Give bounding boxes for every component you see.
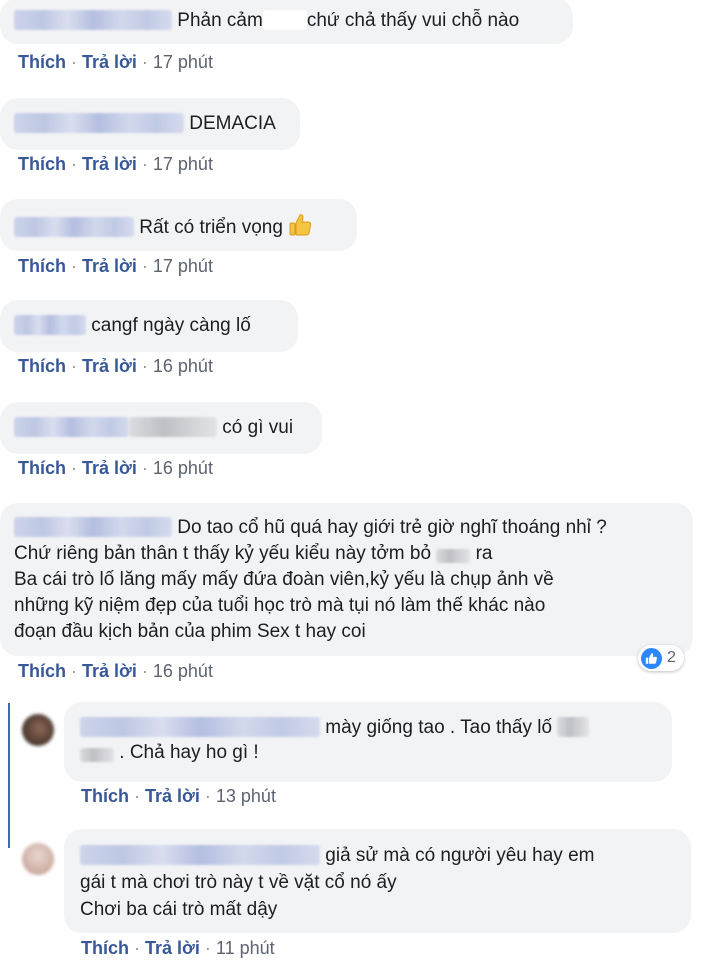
- comment-text: những kỹ niệm đẹp của tuổi học trò mà tụ…: [14, 595, 546, 616]
- reply-bubble: giả sử mà có người yêu hay em gái t mà c…: [64, 829, 691, 933]
- comment-actions: Thích · Trả lời · 16 phút: [18, 660, 213, 682]
- like-icon: [641, 647, 662, 669]
- separator: ·: [141, 256, 148, 276]
- comment-text: cangf ngày càng lố: [91, 315, 251, 336]
- comment-text: đoạn đầu kịch bản của phim Sex t hay coi: [14, 621, 366, 642]
- thumbs-up-emoji: [289, 214, 311, 236]
- comment-time[interactable]: 17 phút: [153, 52, 213, 72]
- comment-actions: Thích · Trả lời · 16 phút: [18, 355, 213, 377]
- separator: ·: [71, 356, 78, 376]
- blurred-word: [436, 549, 471, 563]
- comment-text: Chứ riêng bản thân t thấy kỷ yếu kiểu nà…: [14, 543, 432, 564]
- comment-time[interactable]: 16 phút: [153, 661, 213, 681]
- like-button[interactable]: Thích: [18, 154, 66, 174]
- blurred-word: [80, 748, 114, 762]
- reply-button[interactable]: Trả lời: [82, 661, 137, 681]
- like-button[interactable]: Thích: [18, 458, 66, 478]
- separator: ·: [71, 154, 78, 174]
- reaction-count[interactable]: 2: [638, 645, 684, 671]
- comment-text: Phản cảm: [177, 10, 263, 31]
- blurred-name: [14, 315, 86, 335]
- reply-actions: Thích · Trả lời · 11 phút: [81, 937, 275, 959]
- blurred-name: [14, 417, 129, 437]
- like-button[interactable]: Thích: [18, 52, 66, 72]
- reply-text: Chơi ba cái trò mất dậy: [80, 899, 278, 920]
- reply-text: mày giống tao . Tao thấy lố: [325, 717, 553, 738]
- comment-bubble: cangf ngày càng lố: [0, 300, 298, 352]
- blurred-word: [262, 10, 307, 30]
- comment-bubble: DEMACIA: [0, 98, 300, 150]
- comment-text: Do tao cổ hũ quá hay giới trẻ giờ nghĩ t…: [177, 517, 607, 538]
- comment-text: chứ chả thấy vui chỗ nào: [306, 10, 520, 31]
- separator: ·: [71, 256, 78, 276]
- reply-button[interactable]: Trả lời: [82, 256, 137, 276]
- reply-button[interactable]: Trả lời: [82, 52, 137, 72]
- comment-actions: Thích · Trả lời · 16 phút: [18, 457, 213, 479]
- reply-time[interactable]: 11 phút: [216, 938, 275, 958]
- reply-button[interactable]: Trả lời: [145, 938, 200, 958]
- separator: ·: [141, 356, 148, 376]
- reply-actions: Thích · Trả lời · 13 phút: [81, 785, 276, 807]
- comment-time[interactable]: 16 phút: [153, 458, 213, 478]
- avatar[interactable]: [22, 843, 54, 875]
- like-button[interactable]: Thích: [81, 938, 129, 958]
- comment-actions: Thích · Trả lời · 17 phút: [18, 51, 213, 73]
- comment-bubble: có gì vui: [0, 402, 322, 454]
- blurred-name: [14, 10, 172, 30]
- reply-button[interactable]: Trả lời: [82, 154, 137, 174]
- comment-bubble: Phản cảm chứ chả thấy vui chỗ nào: [0, 0, 573, 44]
- comment-text: có gì vui: [222, 417, 294, 438]
- comment-text: Ba cái trò lố lăng mấy mấy đứa đoàn viên…: [14, 569, 554, 590]
- like-button[interactable]: Thích: [18, 256, 66, 276]
- blurred-name: [14, 517, 172, 537]
- separator: ·: [141, 52, 148, 72]
- separator: ·: [141, 661, 148, 681]
- separator: ·: [71, 52, 78, 72]
- separator: ·: [134, 786, 141, 806]
- like-button[interactable]: Thích: [81, 786, 129, 806]
- separator: ·: [204, 786, 211, 806]
- separator: ·: [134, 938, 141, 958]
- like-button[interactable]: Thích: [18, 661, 66, 681]
- reply-text: . Chả hay ho gì !: [119, 742, 259, 763]
- comment-actions: Thích · Trả lời · 17 phút: [18, 153, 213, 175]
- comment-bubble: Do tao cổ hũ quá hay giới trẻ giờ nghĩ t…: [0, 503, 693, 656]
- separator: ·: [141, 458, 148, 478]
- reply-thread-line: [8, 703, 10, 848]
- comment-bubble: Rất có triển vọng: [0, 199, 357, 251]
- reply-text: giả sử mà có người yêu hay em: [325, 845, 595, 866]
- separator: ·: [71, 458, 78, 478]
- comment-time[interactable]: 16 phút: [153, 356, 213, 376]
- like-button[interactable]: Thích: [18, 356, 66, 376]
- blurred-name: [80, 717, 320, 737]
- reaction-number: 2: [667, 649, 676, 666]
- reply-text: gái t mà chơi trò này t về vặt cổ nó ấy: [80, 872, 397, 893]
- comment-time[interactable]: 17 phút: [153, 154, 213, 174]
- comment-text: ra: [475, 543, 493, 564]
- comment-actions: Thích · Trả lời · 17 phút: [18, 255, 213, 277]
- reply-button[interactable]: Trả lời: [82, 458, 137, 478]
- blurred-name: [80, 845, 320, 865]
- separator: ·: [141, 154, 148, 174]
- blurred-name: [129, 417, 217, 437]
- reply-button[interactable]: Trả lời: [82, 356, 137, 376]
- avatar[interactable]: [22, 714, 54, 746]
- comment-time[interactable]: 17 phút: [153, 256, 213, 276]
- reply-time[interactable]: 13 phút: [216, 786, 276, 806]
- comment-text: Rất có triển vọng: [139, 217, 283, 238]
- separator: ·: [204, 938, 211, 958]
- reply-bubble: mày giống tao . Tao thấy lố . Chả hay ho…: [64, 702, 672, 782]
- blurred-name: [14, 113, 184, 133]
- reply-button[interactable]: Trả lời: [145, 786, 200, 806]
- blurred-word: [557, 717, 590, 737]
- comment-text: DEMACIA: [189, 113, 276, 134]
- separator: ·: [71, 661, 78, 681]
- blurred-name: [14, 217, 134, 237]
